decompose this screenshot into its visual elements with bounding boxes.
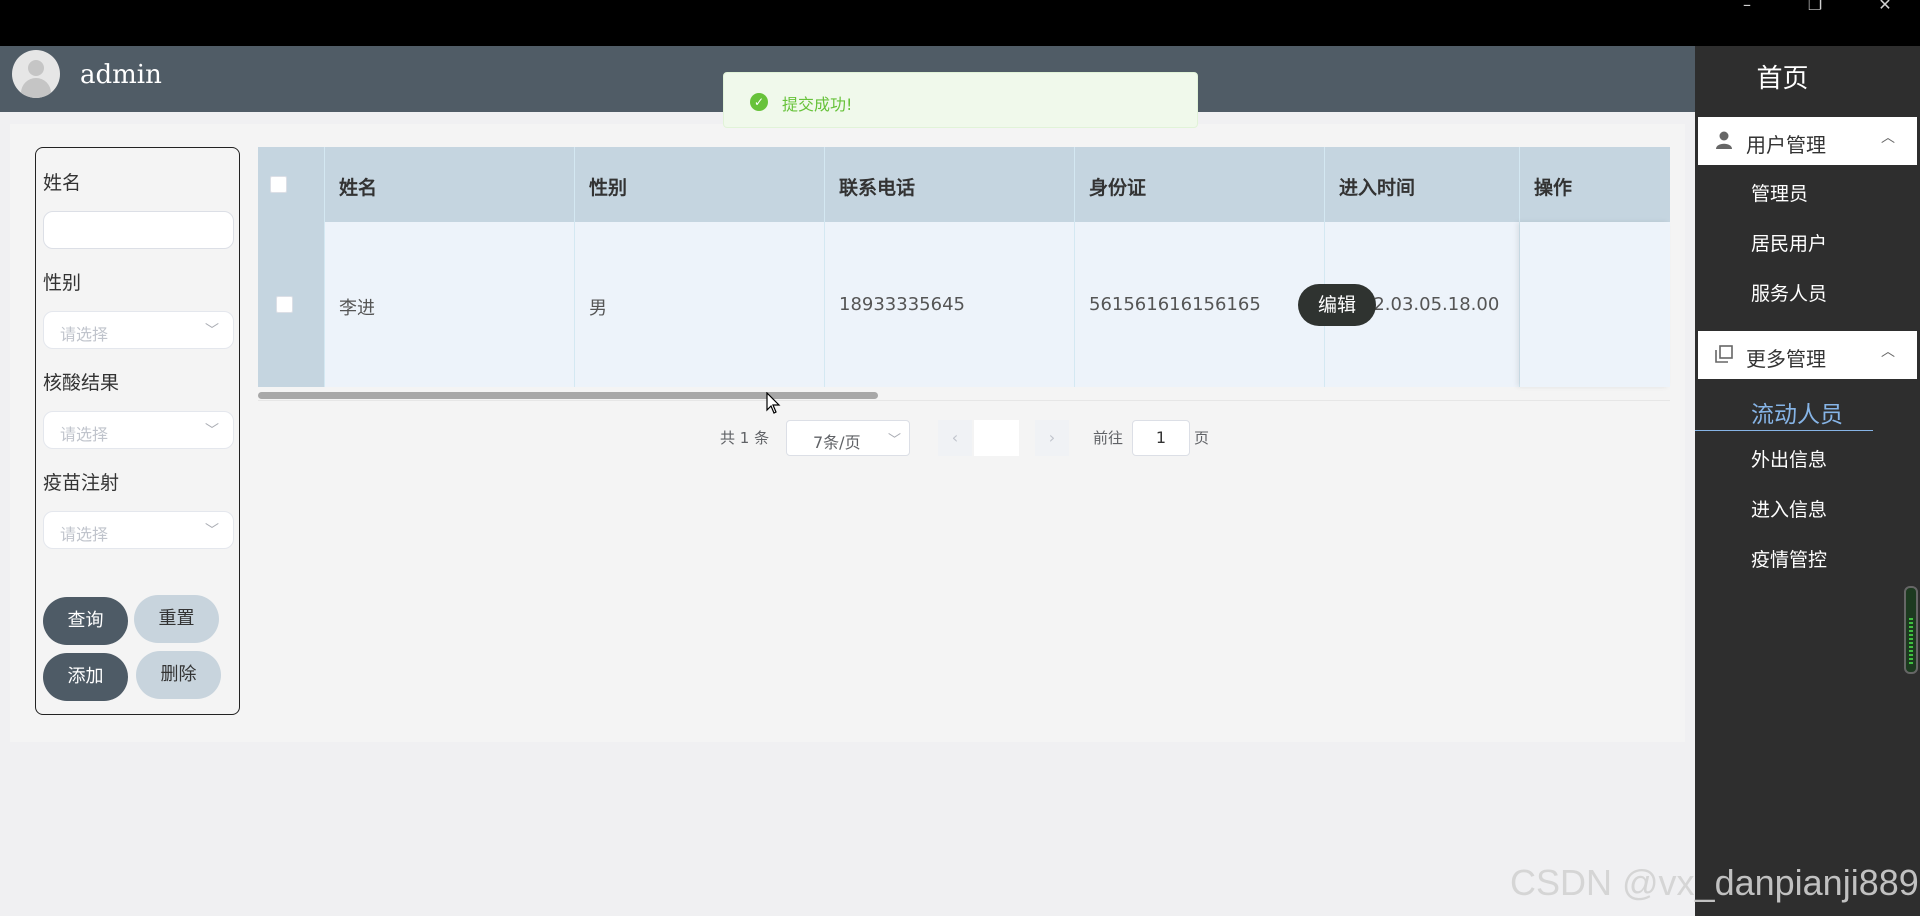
- data-table: 姓名 性别 联系电话 身份证 进入时间 操作 李进 男 18933335645 …: [258, 147, 1670, 387]
- nucleic-placeholder: 请选择: [60, 425, 109, 444]
- watermark: CSDN @vx_danpianji889: [1510, 862, 1919, 903]
- avatar-body-shape: [21, 78, 51, 98]
- chevron-up-icon: ︿: [1881, 344, 1895, 360]
- prev-page-button[interactable]: ‹: [938, 420, 972, 456]
- cell-id-card-text: 561561616156165: [1089, 294, 1261, 315]
- column-header-name-label: 姓名: [339, 177, 378, 199]
- header-select-cell: [258, 147, 325, 222]
- close-icon[interactable]: ✕: [1870, 0, 1900, 14]
- select-all-checkbox[interactable]: [270, 176, 287, 193]
- cell-id-card: 561561616156165: [1075, 222, 1325, 387]
- gender-placeholder: 请选择: [60, 325, 109, 344]
- copy-icon: [1715, 345, 1733, 363]
- sidebar-item-floating-population[interactable]: 流动人员: [1751, 395, 1843, 429]
- horizontal-scrollbar-thumb[interactable]: [258, 392, 878, 399]
- edit-button[interactable]: 编辑: [1298, 284, 1376, 326]
- mouse-cursor-icon: [766, 392, 781, 414]
- query-button[interactable]: 查询: [43, 597, 128, 645]
- sidebar-item-outgoing-info[interactable]: 外出信息: [1751, 445, 1827, 472]
- username: admin: [80, 60, 162, 90]
- column-header-name[interactable]: 姓名: [325, 147, 575, 222]
- chevron-down-icon: ﹀: [205, 323, 219, 339]
- avatar[interactable]: [12, 50, 60, 98]
- horizontal-scrollbar[interactable]: [258, 389, 1670, 401]
- reset-button[interactable]: 重置: [134, 595, 219, 643]
- toast-message: 提交成功!: [782, 95, 853, 114]
- page-size-select[interactable]: 7条/页 ﹀: [786, 420, 910, 456]
- page-size-value: 7条/页: [813, 433, 861, 452]
- column-header-id-card-label: 身份证: [1089, 177, 1147, 199]
- column-header-action-label: 操作: [1534, 177, 1573, 199]
- name-label: 姓名: [43, 172, 82, 194]
- gender-label: 性别: [43, 272, 82, 294]
- column-header-gender[interactable]: 性别: [575, 147, 825, 222]
- avatar-head-shape: [28, 60, 44, 76]
- goto-page-input[interactable]: 1: [1132, 420, 1190, 456]
- sidebar-item-admin[interactable]: 管理员: [1751, 179, 1808, 206]
- cell-name: 李进: [325, 222, 575, 387]
- next-page-button[interactable]: ›: [1035, 420, 1069, 456]
- right-sidebar: 首页 用户管理 ︿ 管理员 居民用户 服务人员 更多管理 ︿ 流动人员 外出信息…: [1695, 46, 1920, 916]
- user-icon: [1716, 131, 1732, 149]
- sidebar-item-epidemic-control[interactable]: 疫情管控: [1751, 545, 1827, 572]
- delete-button[interactable]: 删除: [136, 651, 221, 699]
- sidebar-group-user-management[interactable]: 用户管理 ︿: [1698, 117, 1917, 165]
- vaccine-placeholder: 请选择: [60, 525, 109, 544]
- success-toast: ✓ 提交成功!: [723, 72, 1198, 128]
- filter-panel: 姓名 性别 请选择 ﹀ 核酸结果 请选择 ﹀ 疫苗注射 请选择 ﹀ 查询 重置 …: [35, 147, 240, 715]
- column-header-action: 操作: [1520, 147, 1670, 222]
- column-header-phone[interactable]: 联系电话: [825, 147, 1075, 222]
- sidebar-item-incoming-info[interactable]: 进入信息: [1751, 495, 1827, 522]
- main-panel: 姓名 性别 请选择 ﹀ 核酸结果 请选择 ﹀ 疫苗注射 请选择 ﹀ 查询 重置 …: [10, 124, 1685, 742]
- cell-gender: 男: [575, 222, 825, 387]
- cell-action: [1520, 222, 1670, 387]
- column-header-phone-label: 联系电话: [839, 177, 916, 199]
- sidebar-item-service-staff[interactable]: 服务人员: [1751, 279, 1827, 306]
- cell-gender-text: 男: [589, 298, 607, 319]
- goto-label: 前往: [1093, 429, 1124, 447]
- cell-phone-text: 18933335645: [839, 294, 965, 315]
- vertical-scrollbar[interactable]: [1904, 586, 1918, 674]
- sidebar-group-more-management[interactable]: 更多管理 ︿: [1698, 331, 1917, 379]
- page-unit-label: 页: [1194, 429, 1210, 447]
- sidebar-group-more-management-label: 更多管理: [1746, 347, 1826, 371]
- name-input[interactable]: [43, 211, 234, 249]
- sidebar-item-residents[interactable]: 居民用户: [1751, 229, 1827, 256]
- cell-phone: 18933335645: [825, 222, 1075, 387]
- column-header-gender-label: 性别: [589, 177, 628, 199]
- minimize-icon[interactable]: –: [1732, 0, 1762, 14]
- column-header-id-card[interactable]: 身份证: [1075, 147, 1325, 222]
- active-item-underline: [1695, 430, 1873, 431]
- gender-select[interactable]: 请选择 ﹀: [43, 311, 234, 349]
- sidebar-home-title[interactable]: 首页: [1695, 58, 1870, 95]
- column-header-entry-time-label: 进入时间: [1339, 177, 1416, 199]
- window-title-bar: – ❐ ✕: [0, 0, 1920, 46]
- row-select-cell: [258, 222, 325, 387]
- table-row[interactable]: 李进 男 18933335645 561561616156165 2022.03…: [258, 222, 1670, 387]
- chevron-down-icon: ﹀: [205, 523, 219, 539]
- sidebar-group-user-management-label: 用户管理: [1746, 133, 1826, 157]
- add-button[interactable]: 添加: [43, 653, 128, 701]
- table-header: 姓名 性别 联系电话 身份证 进入时间 操作: [258, 147, 1670, 222]
- pagination-total: 共 1 条: [720, 429, 770, 447]
- column-header-entry-time[interactable]: 进入时间: [1325, 147, 1520, 222]
- vaccine-select[interactable]: 请选择 ﹀: [43, 511, 234, 549]
- chevron-up-icon: ︿: [1881, 130, 1895, 146]
- success-check-icon: ✓: [750, 93, 768, 111]
- vaccine-label: 疫苗注射: [43, 472, 120, 494]
- current-page-indicator[interactable]: [974, 420, 1019, 456]
- chevron-down-icon: ﹀: [887, 433, 901, 448]
- chevron-down-icon: ﹀: [205, 423, 219, 439]
- nucleic-label: 核酸结果: [43, 372, 120, 394]
- nucleic-select[interactable]: 请选择 ﹀: [43, 411, 234, 449]
- row-checkbox[interactable]: [276, 296, 293, 313]
- scroll-indicator-bars: [1909, 618, 1913, 666]
- cell-name-text: 李进: [339, 298, 375, 319]
- restore-icon[interactable]: ❐: [1800, 0, 1830, 14]
